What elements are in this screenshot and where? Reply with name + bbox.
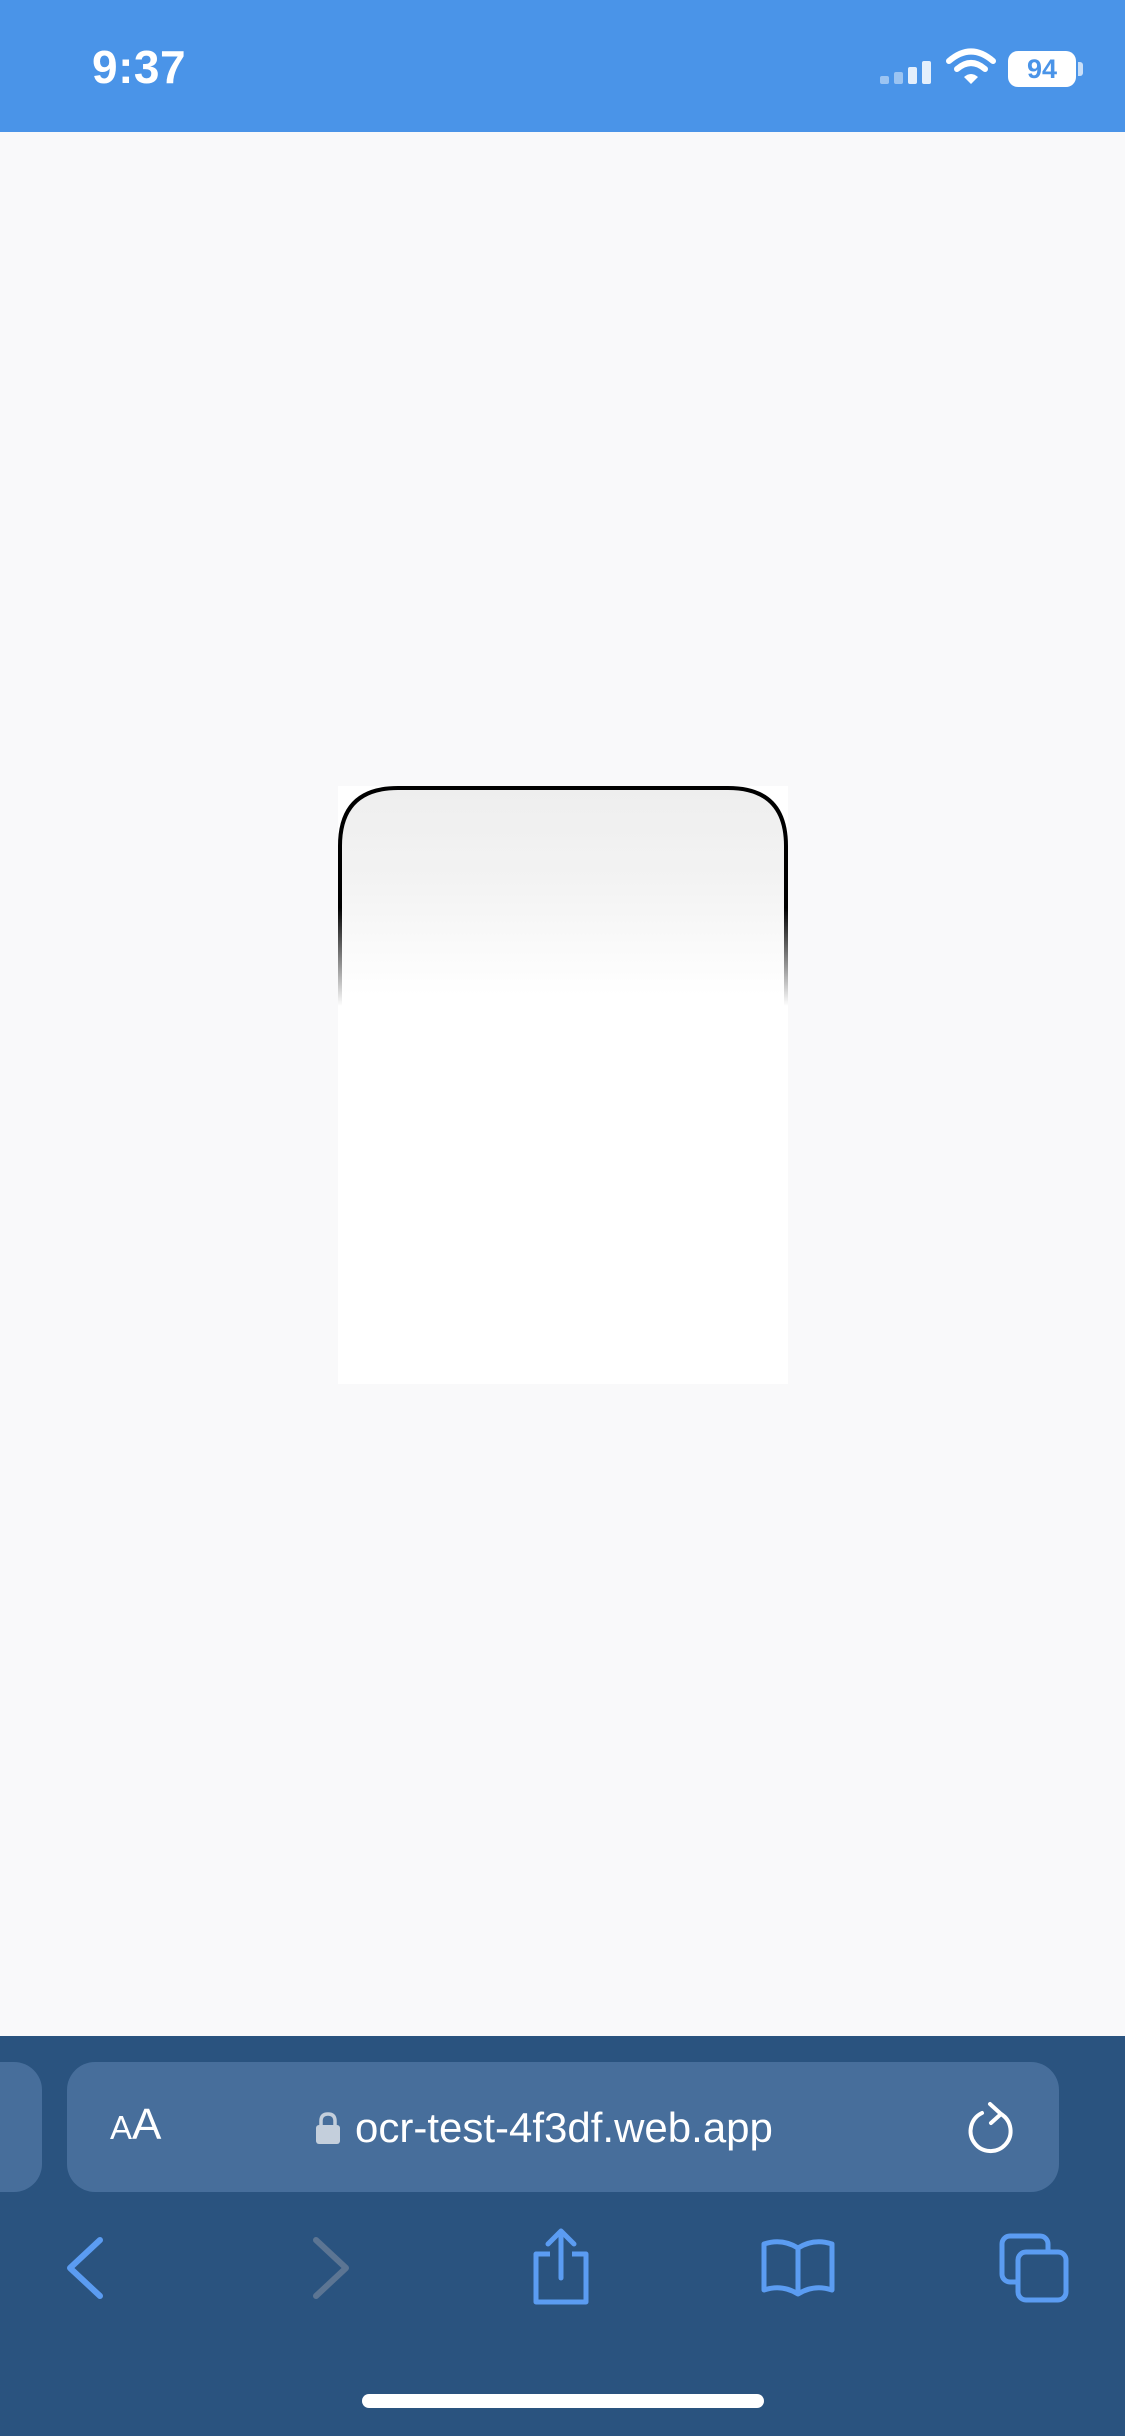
reader-options-button[interactable]: A A xyxy=(110,2100,161,2156)
status-time: 9:37 xyxy=(92,41,187,93)
url-field[interactable]: ocr-test-4f3df.web.app xyxy=(315,2098,773,2158)
reload-icon[interactable] xyxy=(966,2100,1018,2156)
tabs-icon[interactable] xyxy=(998,2232,1070,2304)
back-icon[interactable] xyxy=(62,2236,110,2300)
home-indicator xyxy=(362,2394,764,2408)
battery-icon: 94 xyxy=(1008,51,1076,87)
bookmarks-icon[interactable] xyxy=(760,2236,836,2298)
aa-large-letter: A xyxy=(132,2100,162,2149)
forward-icon[interactable] xyxy=(306,2236,354,2300)
frame-outline xyxy=(338,786,788,1006)
phone-frame-graphic xyxy=(338,786,788,1384)
wifi-icon xyxy=(946,48,996,84)
share-icon[interactable] xyxy=(528,2228,594,2306)
battery-tip xyxy=(1078,62,1083,76)
url-text: ocr-test-4f3df.web.app xyxy=(355,2104,773,2151)
lock-icon xyxy=(316,2112,340,2144)
battery-percent: 94 xyxy=(1026,53,1058,84)
previous-tab-peek[interactable] xyxy=(0,2062,42,2192)
aa-small-letter: A xyxy=(110,2109,133,2146)
status-bar: 9:37 94 xyxy=(0,0,1125,132)
signal-icon xyxy=(880,61,931,84)
